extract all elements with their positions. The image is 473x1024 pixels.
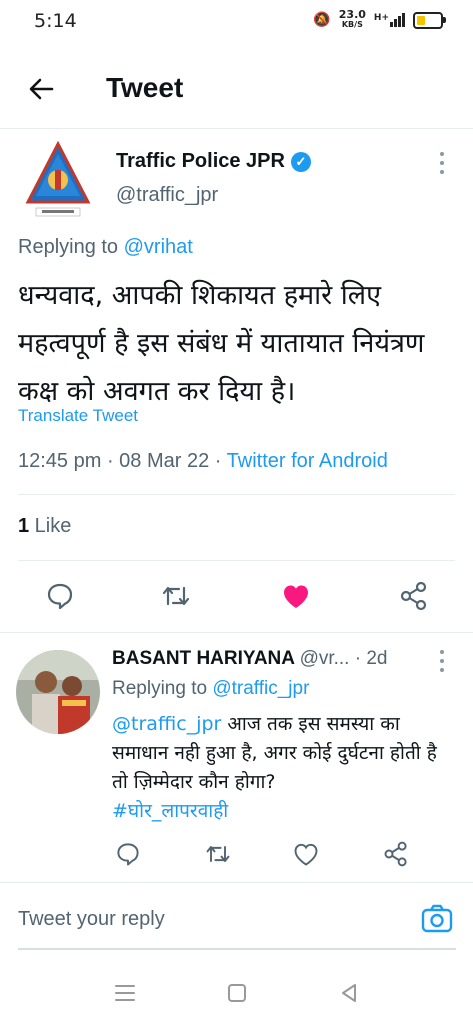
likes-count[interactable]: 1 Like xyxy=(18,515,71,538)
reply-author-handle: @vr... xyxy=(299,648,350,669)
signal-type: H+ xyxy=(373,13,389,23)
reply-divider xyxy=(0,882,473,883)
reply-reply-icon[interactable] xyxy=(114,840,142,868)
back-nav-icon[interactable] xyxy=(339,983,359,1007)
tweet-source-link[interactable]: Twitter for Android xyxy=(227,450,388,472)
reply-author[interactable]: BASANT HARIYANA @vr... · 2d xyxy=(112,648,388,670)
reply-replying-prefix: Replying to xyxy=(112,678,213,699)
translate-tweet-link[interactable]: Translate Tweet xyxy=(18,406,138,426)
reply-input-underline xyxy=(18,948,456,950)
net-speed: 23.0 KB/S xyxy=(338,8,366,30)
heart-icon[interactable] xyxy=(280,580,312,612)
reply-author-avatar[interactable] xyxy=(16,650,100,734)
reply-input[interactable]: Tweet your reply xyxy=(18,908,165,931)
tweet-actions xyxy=(0,578,473,618)
status-time: 5:14 xyxy=(34,10,77,32)
net-speed-value: 23.0 xyxy=(338,8,366,21)
replying-prefix: Replying to xyxy=(18,236,124,258)
header-divider xyxy=(0,128,473,129)
reply-icon[interactable] xyxy=(44,580,76,612)
menu-icon[interactable] xyxy=(114,983,136,1007)
retweet-icon[interactable] xyxy=(160,580,192,612)
signal-icon: H+ xyxy=(374,13,405,27)
back-arrow-icon[interactable] xyxy=(26,74,56,104)
tweet-divider xyxy=(0,632,473,633)
reply-author-name: BASANT HARIYANA xyxy=(112,648,295,669)
reply-heart-icon[interactable] xyxy=(292,840,320,868)
status-bar: 5:14 🔕 23.0 KB/S H+ xyxy=(0,0,473,44)
like-count-number: 1 xyxy=(18,515,30,537)
status-icons: 🔕 23.0 KB/S H+ xyxy=(313,8,446,30)
tweet-text: धन्यवाद, आपकी शिकायत हमारे लिए महत्वपूर्… xyxy=(18,280,425,407)
camera-icon[interactable] xyxy=(420,902,454,936)
share-icon[interactable] xyxy=(398,580,430,612)
more-vertical-icon[interactable] xyxy=(436,152,448,176)
reply-composer: Tweet your reply xyxy=(0,884,473,954)
system-nav-bar xyxy=(0,975,473,1015)
replying-to-link[interactable]: @vrihat xyxy=(124,236,193,258)
author-avatar[interactable] xyxy=(22,140,94,224)
reply-hashtag-link[interactable]: #घोर_लापरवाही xyxy=(112,800,228,822)
reply-more-vertical-icon[interactable] xyxy=(436,650,448,674)
mute-icon: 🔕 xyxy=(313,12,331,28)
meta-divider xyxy=(18,494,455,495)
likes-divider xyxy=(18,560,455,561)
reply-share-icon[interactable] xyxy=(382,840,410,868)
author-name-text: Traffic Police JPR xyxy=(116,150,285,172)
reply-replying-to: Replying to @traffic_jpr xyxy=(112,678,309,700)
reply-retweet-icon[interactable] xyxy=(204,840,232,868)
battery-icon xyxy=(413,11,446,29)
reply-age: · 2d xyxy=(354,648,388,669)
reply-replying-to-link[interactable]: @traffic_jpr xyxy=(212,678,309,699)
author-handle[interactable]: @traffic_jpr xyxy=(116,184,218,207)
like-count-label: Like xyxy=(29,515,72,537)
tweet-date: 08 Mar 22 xyxy=(119,450,210,472)
verified-icon: ✓ xyxy=(290,151,311,172)
replying-to: Replying to @vrihat xyxy=(18,236,193,259)
reply-mention-link[interactable]: @traffic_jpr xyxy=(112,713,221,735)
reply-actions xyxy=(0,838,473,872)
net-speed-unit: KB/S xyxy=(341,20,363,29)
page-title: Tweet xyxy=(106,72,184,103)
top-app-bar: Tweet xyxy=(0,60,473,120)
home-icon[interactable] xyxy=(227,983,247,1007)
tweet-time: 12:45 pm xyxy=(18,450,102,472)
reply-text: @traffic_jpr आज तक इस समस्या का समाधान न… xyxy=(112,710,452,826)
tweet-meta: 12:45 pm · 08 Mar 22 · Twitter for Andro… xyxy=(18,450,388,472)
author-name[interactable]: Traffic Police JPR ✓ xyxy=(116,150,311,173)
